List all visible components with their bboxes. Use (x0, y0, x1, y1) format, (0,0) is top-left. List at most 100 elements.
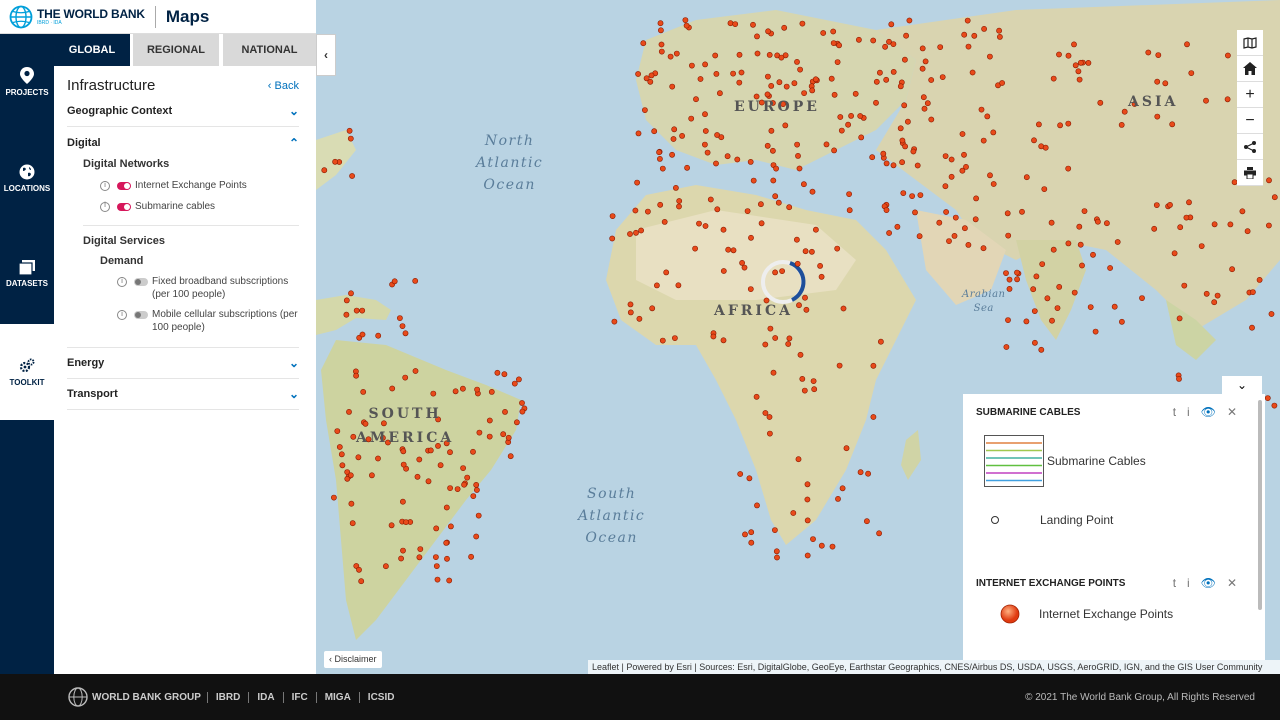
ixp-point[interactable] (697, 76, 704, 82)
ixp-point[interactable] (515, 376, 522, 383)
ixp-point[interactable] (857, 469, 864, 476)
ixp-point[interactable] (369, 472, 375, 479)
ixp-point[interactable] (1050, 75, 1057, 82)
ixp-point[interactable] (1004, 210, 1011, 217)
ixp-point[interactable] (1104, 220, 1110, 227)
ixp-point[interactable] (627, 231, 633, 237)
ixp-point[interactable] (757, 201, 764, 208)
ixp-point[interactable] (682, 17, 689, 23)
ixp-point[interactable] (838, 127, 845, 134)
ixp-point[interactable] (375, 455, 381, 462)
ixp-point[interactable] (817, 262, 823, 269)
ixp-point[interactable] (914, 162, 921, 169)
ixp-point[interactable] (1268, 311, 1275, 317)
ixp-point[interactable] (643, 75, 650, 82)
ixp-point[interactable] (948, 156, 955, 163)
print-button[interactable] (1237, 160, 1263, 186)
ixp-point[interactable] (1049, 317, 1055, 324)
footer-link-icsid[interactable]: ICSID (358, 691, 403, 703)
ixp-point[interactable] (910, 148, 917, 155)
ixp-point[interactable] (750, 21, 756, 28)
ixp-point[interactable] (877, 69, 883, 76)
ixp-point[interactable] (359, 307, 366, 314)
ixp-point[interactable] (400, 498, 406, 505)
section-energy[interactable]: Energy ⌄ (67, 348, 299, 379)
ixp-point[interactable] (1095, 218, 1101, 225)
ixp-point[interactable] (730, 247, 737, 254)
ixp-point[interactable] (890, 41, 897, 47)
ixp-point[interactable] (818, 542, 825, 549)
ixp-point[interactable] (638, 227, 644, 234)
ixp-point[interactable] (1072, 62, 1079, 69)
eye-icon[interactable]: 👁 (1201, 405, 1216, 419)
zoom-in-button[interactable]: + (1237, 82, 1263, 108)
ixp-point[interactable] (447, 485, 453, 491)
ixp-point[interactable] (502, 408, 508, 415)
ixp-point[interactable] (786, 335, 793, 342)
ixp-point[interactable] (1171, 250, 1178, 257)
ixp-point[interactable] (383, 563, 389, 570)
ixp-point[interactable] (738, 69, 745, 76)
ixp-point[interactable] (812, 76, 819, 83)
ixp-point[interactable] (836, 42, 842, 49)
ixp-point[interactable] (696, 220, 702, 227)
ixp-point[interactable] (1155, 52, 1162, 58)
ixp-point[interactable] (1198, 243, 1205, 249)
ixp-point[interactable] (801, 90, 807, 96)
ixp-point[interactable] (1056, 51, 1062, 58)
ixp-point[interactable] (627, 309, 634, 316)
ixp-point[interactable] (470, 493, 477, 499)
ixp-point[interactable] (1214, 292, 1221, 299)
ixp-point[interactable] (1065, 120, 1072, 127)
ixp-point[interactable] (1023, 174, 1030, 181)
ixp-point[interactable] (840, 305, 847, 312)
ixp-point[interactable] (737, 471, 744, 477)
ixp-point[interactable] (1154, 78, 1161, 85)
close-icon[interactable]: ✕ (1227, 405, 1237, 419)
ixp-point[interactable] (981, 25, 987, 32)
transparency-icon[interactable]: t (1173, 576, 1176, 590)
ixp-point[interactable] (468, 553, 474, 560)
ixp-point[interactable] (330, 494, 337, 501)
info-icon[interactable]: i (100, 201, 110, 212)
ixp-point[interactable] (400, 461, 407, 468)
ixp-point[interactable] (857, 113, 864, 119)
toggle-cables[interactable] (117, 202, 131, 211)
ixp-point[interactable] (764, 73, 771, 80)
ixp-point[interactable] (837, 114, 844, 120)
ixp-point[interactable] (969, 69, 976, 76)
ixp-point[interactable] (505, 434, 512, 441)
ixp-point[interactable] (790, 510, 797, 516)
ixp-point[interactable] (773, 548, 780, 555)
basemap-button[interactable] (1237, 30, 1263, 56)
ixp-point[interactable] (1239, 208, 1246, 215)
ixp-point[interactable] (332, 158, 338, 165)
ixp-point[interactable] (978, 106, 985, 113)
ixp-point[interactable] (397, 315, 403, 321)
ixp-point[interactable] (1081, 208, 1088, 214)
ixp-point[interactable] (1184, 41, 1190, 48)
ixp-point[interactable] (507, 453, 514, 460)
ixp-point[interactable] (667, 53, 674, 60)
ixp-point[interactable] (446, 577, 453, 584)
ixp-point[interactable] (712, 52, 719, 59)
ixp-point[interactable] (434, 576, 441, 583)
ixp-point[interactable] (972, 216, 979, 223)
ixp-point[interactable] (846, 191, 852, 197)
ixp-point[interactable] (984, 113, 991, 120)
ixp-point[interactable] (1030, 286, 1037, 293)
ixp-point[interactable] (635, 71, 641, 77)
ixp-point[interactable] (1097, 99, 1104, 106)
ixp-point[interactable] (820, 30, 827, 36)
ixp-point[interactable] (473, 481, 480, 488)
ixp-point[interactable] (644, 208, 651, 215)
ixp-point[interactable] (990, 129, 997, 136)
ixp-point[interactable] (1244, 228, 1251, 235)
ixp-point[interactable] (1227, 221, 1234, 228)
back-link[interactable]: ‹ Back (268, 80, 299, 92)
ixp-point[interactable] (1071, 289, 1078, 296)
ixp-point[interactable] (425, 478, 432, 485)
footer-link-ibrd[interactable]: IBRD (206, 691, 248, 703)
info-icon[interactable]: i (117, 277, 127, 287)
ixp-point[interactable] (348, 290, 354, 297)
